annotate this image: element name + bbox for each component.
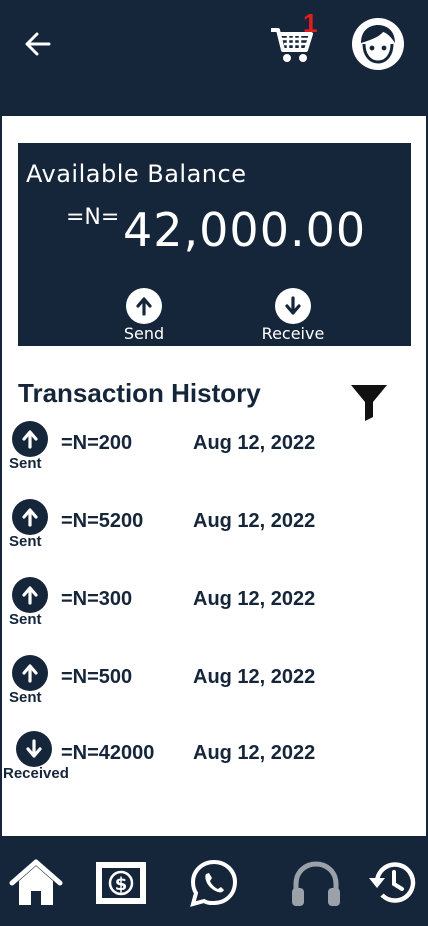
sent-icon: [12, 499, 48, 535]
back-button[interactable]: [18, 24, 58, 64]
transaction-type: Sent: [9, 689, 42, 706]
balance-amount: 42,000.00: [123, 203, 367, 257]
transaction-type: Received: [3, 765, 69, 782]
transaction-type: Sent: [9, 611, 42, 628]
sent-icon: [12, 655, 48, 691]
sent-icon: [12, 421, 48, 457]
transaction-date: Aug 12, 2022: [193, 510, 316, 532]
avatar[interactable]: [351, 17, 405, 71]
face-icon: [352, 18, 404, 70]
arrow-up-icon: [22, 664, 38, 683]
arrow-up-icon: [22, 508, 38, 527]
transaction-row[interactable]: Sent =N=300 Aug 12, 2022: [0, 577, 428, 643]
transaction-type: Sent: [9, 455, 42, 472]
transaction-amount: =N=300: [61, 588, 133, 610]
transaction-row[interactable]: Sent =N=500 Aug 12, 2022: [0, 655, 428, 721]
nav-whatsapp[interactable]: [186, 858, 242, 908]
transaction-amount: =N=200: [61, 432, 133, 454]
filter-icon: [351, 385, 387, 421]
arrow-left-icon: [25, 32, 51, 56]
received-icon: [16, 731, 52, 767]
transaction-row[interactable]: Sent =N=5200 Aug 12, 2022: [0, 499, 428, 565]
history-icon: [369, 862, 416, 903]
headphones-icon: [292, 861, 340, 906]
send-button[interactable]: Send: [104, 288, 184, 344]
balance-label: Available Balance: [26, 160, 247, 188]
top-app-bar: 1: [0, 0, 428, 116]
bottom-navigation: $: [0, 836, 428, 926]
currency-symbol: =N=: [66, 205, 120, 230]
transaction-amount: =N=42000: [61, 742, 155, 764]
nav-home[interactable]: [8, 858, 64, 908]
transaction-date: Aug 12, 2022: [193, 432, 316, 454]
receive-button[interactable]: Receive: [253, 288, 333, 344]
transaction-date: Aug 12, 2022: [193, 742, 316, 764]
sent-icon: [12, 577, 48, 613]
nav-wallet[interactable]: $: [93, 858, 149, 908]
arrow-up-icon: [136, 297, 152, 316]
send-label: Send: [123, 324, 165, 343]
transaction-row[interactable]: Received =N=42000 Aug 12, 2022: [0, 731, 428, 797]
transaction-type: Sent: [9, 533, 42, 550]
transaction-date: Aug 12, 2022: [193, 666, 316, 688]
money-icon: $: [96, 862, 146, 904]
transaction-date: Aug 12, 2022: [193, 588, 316, 610]
cart-count-badge: 1: [303, 8, 318, 38]
arrow-down-icon: [26, 739, 42, 758]
receive-label: Receive: [261, 324, 325, 343]
transaction-amount: =N=5200: [61, 510, 144, 532]
nav-history[interactable]: [364, 858, 420, 908]
nav-support[interactable]: [288, 858, 344, 908]
arrow-down-icon: [285, 296, 301, 315]
home-icon: [9, 859, 63, 905]
svg-text:$: $: [115, 874, 128, 895]
history-title: Transaction History: [18, 378, 261, 408]
arrow-up-icon: [22, 430, 38, 449]
whatsapp-icon: [190, 859, 238, 907]
transaction-amount: =N=500: [61, 666, 133, 688]
balance-card: Available Balance =N= 42,000.00 Send Rec…: [18, 143, 411, 346]
arrow-up-icon: [22, 586, 38, 605]
filter-button[interactable]: [349, 382, 389, 422]
transaction-row[interactable]: Sent =N=200 Aug 12, 2022: [0, 421, 428, 487]
